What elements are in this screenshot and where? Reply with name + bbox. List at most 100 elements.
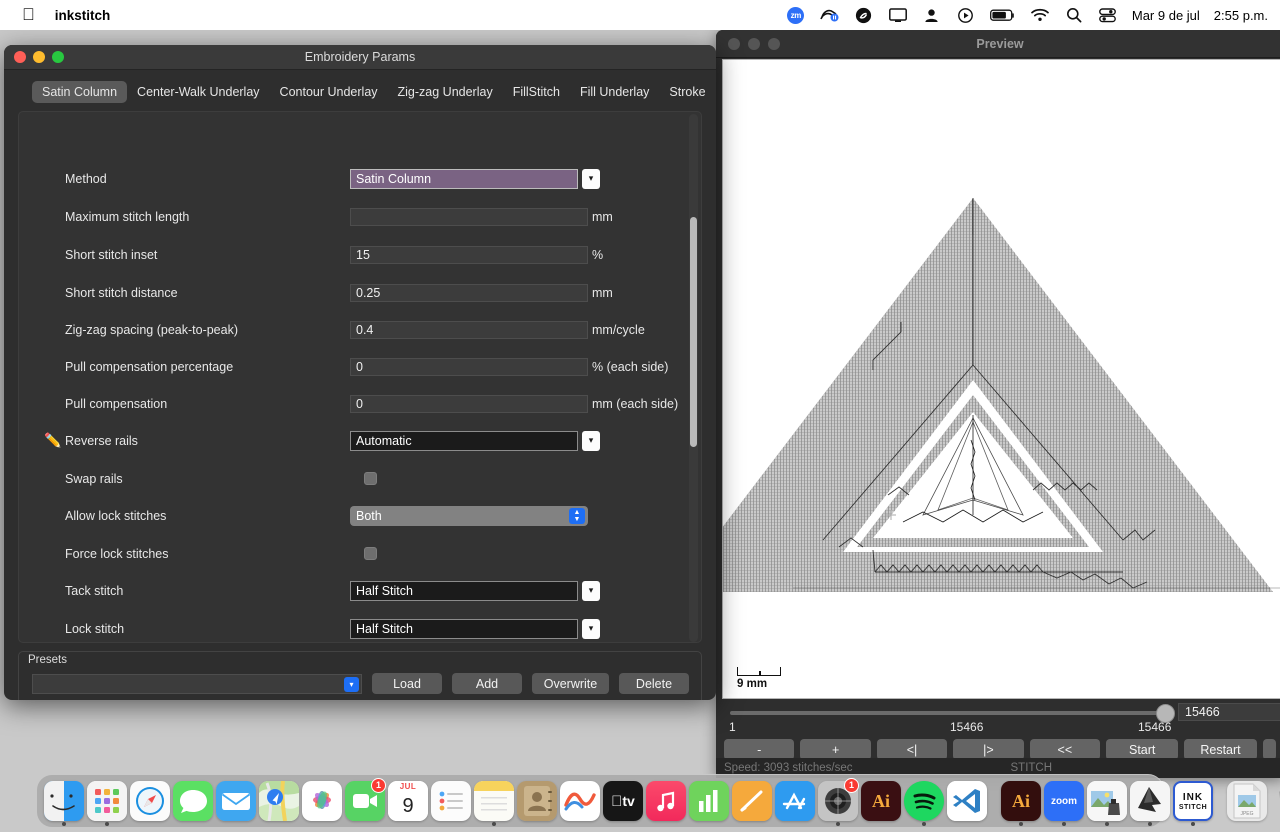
apple-logo-icon[interactable]:  <box>22 6 35 23</box>
dock-item-messages[interactable] <box>173 780 213 823</box>
dock-item-music[interactable] <box>646 780 686 823</box>
pull-compensation-input[interactable]: 0 <box>350 394 588 413</box>
tab-center-walk-underlay[interactable]: Center-Walk Underlay <box>127 81 270 103</box>
reverse-rails-combo[interactable]: Automatic ▾ <box>350 430 600 451</box>
control-center-icon[interactable] <box>1098 6 1118 24</box>
stitch-slider-track[interactable] <box>730 711 1170 715</box>
search-icon[interactable] <box>1064 6 1084 24</box>
start-button[interactable]: Start <box>1106 739 1179 760</box>
menubar-date[interactable]: Mar 9 de jul <box>1132 8 1200 23</box>
dock-item-illustrator[interactable]: Ai <box>1001 780 1041 826</box>
menubar-app-name[interactable]: inkstitch <box>55 8 111 23</box>
zigzag-spacing-input[interactable]: 0.4 <box>350 320 588 339</box>
dock-item-vscode[interactable] <box>947 780 987 823</box>
rewind-button[interactable]: << <box>1029 739 1101 760</box>
step-backward-button[interactable]: <| <box>876 739 948 760</box>
dock-item-spotify[interactable] <box>904 780 944 826</box>
chevron-down-icon[interactable]: ▾ <box>582 430 600 451</box>
dock-item-reminders[interactable] <box>431 780 471 823</box>
dock-item-finder[interactable] <box>44 780 84 826</box>
load-preset-button[interactable]: Load <box>372 673 442 694</box>
zoom-menu-icon[interactable]: zm <box>786 6 806 24</box>
user-icon[interactable] <box>922 6 942 24</box>
dock-item-contacts[interactable] <box>517 780 557 823</box>
lock-stitch-combo[interactable]: Half Stitch ▾ <box>350 618 600 639</box>
tack-stitch-combo[interactable]: Half Stitch ▾ <box>350 580 600 601</box>
pull-compensation-percentage-input[interactable]: 0 <box>350 357 588 376</box>
preview-traffic-lights[interactable] <box>728 37 780 50</box>
shazam-icon[interactable] <box>854 6 874 24</box>
swap-rails-checkbox[interactable] <box>364 472 377 486</box>
force-lock-stitches-checkbox[interactable] <box>364 547 377 561</box>
dock-item-facetime[interactable]: 1 <box>345 777 386 823</box>
maximize-button[interactable] <box>52 51 64 63</box>
dock-item-inkscape[interactable] <box>1130 780 1170 826</box>
chevron-up-down-icon[interactable]: ▲ ▼ <box>569 507 585 524</box>
params-titlebar[interactable]: Embroidery Params <box>4 45 716 70</box>
screen-share-icon[interactable] <box>820 6 840 24</box>
chevron-down-icon[interactable]: ▾ <box>582 618 600 639</box>
dock-item-safari[interactable] <box>130 780 170 823</box>
delete-preset-button[interactable]: Delete <box>619 673 689 694</box>
menubar-time[interactable]: 2:55 p.m. <box>1214 8 1268 23</box>
tab-fillstitch[interactable]: FillStitch <box>503 81 570 103</box>
tab-zigzag-underlay[interactable]: Zig-zag Underlay <box>388 81 503 103</box>
tab-satin-column[interactable]: Satin Column <box>32 81 128 103</box>
dock-item-numbers[interactable] <box>689 780 729 823</box>
method-combo[interactable]: Satin Column ▾ <box>350 168 600 189</box>
close-button[interactable] <box>728 37 740 50</box>
minimize-button[interactable] <box>33 51 45 63</box>
dock-item-apple-tv[interactable]: tv <box>603 780 643 823</box>
chevron-down-icon[interactable]: ▾ <box>582 168 600 189</box>
display-icon[interactable] <box>888 6 908 24</box>
maximize-button[interactable] <box>768 37 780 50</box>
control-center-play-icon[interactable] <box>956 6 976 24</box>
dock-item-notes[interactable] <box>474 780 514 826</box>
method-combo-input[interactable]: Satin Column <box>350 168 578 189</box>
close-button[interactable] <box>14 51 26 63</box>
preview-titlebar[interactable]: Preview <box>716 30 1280 58</box>
allow-lock-stitches-select[interactable]: Both ▲ ▼ <box>350 505 588 526</box>
params-traffic-lights[interactable] <box>14 51 64 63</box>
dock-item-ink-stitch[interactable]: INK STITCH <box>1173 780 1213 826</box>
add-preset-button[interactable]: Add <box>452 673 522 694</box>
tab-contour-underlay[interactable]: Contour Underlay <box>270 81 388 103</box>
chevron-down-icon[interactable]: ▾ <box>344 676 359 692</box>
dock-item-preview[interactable] <box>1087 780 1127 826</box>
stitch-slider-row[interactable]: 15466 1 15466 15466 <box>716 701 1280 735</box>
dock-item-system-settings[interactable]: 1 <box>818 777 859 826</box>
minimize-button[interactable] <box>748 37 760 50</box>
stitch-value-input[interactable]: 15466 <box>1178 703 1280 721</box>
battery-icon[interactable] <box>990 6 1016 24</box>
speed-increase-button[interactable]: + <box>800 739 871 760</box>
dock-item-mail[interactable] <box>216 780 256 823</box>
tab-fill-underlay[interactable]: Fill Underlay <box>570 81 659 103</box>
dock-item-launchpad[interactable] <box>87 780 127 826</box>
dock-item-trash[interactable] <box>1270 780 1280 823</box>
restart-button[interactable]: Restart <box>1184 739 1257 760</box>
params-form-scroll-area[interactable]: Method Satin Column ▾ Maximum stitch len… <box>18 111 702 643</box>
embroidery-params-window[interactable]: Embroidery Params Satin Column Center-Wa… <box>4 45 716 700</box>
reverse-rails-combo-input[interactable]: Automatic <box>350 430 578 451</box>
stitch-preview-canvas[interactable]: 9 mm <box>722 59 1280 699</box>
dock-item-zoom[interactable]: zoom <box>1044 780 1084 826</box>
tack-stitch-combo-input[interactable]: Half Stitch <box>350 580 578 601</box>
speed-decrease-button[interactable]: - <box>724 739 795 760</box>
dock-item-calendar[interactable]: JUL 9 <box>388 780 428 823</box>
dock-item-freeform[interactable] <box>560 780 600 823</box>
dock-item-jpeg-file[interactable]: JPEG <box>1227 780 1267 823</box>
form-scrollbar-thumb[interactable] <box>690 217 697 447</box>
preview-controls[interactable]: 15466 1 15466 15466 - + <| |> << Start R… <box>716 701 1280 778</box>
dock-item-illustrator-dark[interactable]: Ai <box>861 780 901 823</box>
maximum-stitch-length-input[interactable] <box>350 207 588 226</box>
preview-window[interactable]: Preview 9 mm 15466 1 15466 15466 - + <| … <box>716 30 1280 778</box>
short-stitch-inset-input[interactable]: 15 <box>350 245 588 264</box>
tab-stroke[interactable]: Stroke <box>659 81 715 103</box>
dock-item-app-store[interactable] <box>775 780 815 823</box>
dock-item-keynote[interactable] <box>732 780 772 823</box>
chevron-down-icon[interactable]: ▾ <box>582 580 600 601</box>
dock-item-photos[interactable] <box>302 780 342 823</box>
wifi-icon[interactable] <box>1030 6 1050 24</box>
lock-stitch-combo-input[interactable]: Half Stitch <box>350 618 578 639</box>
step-forward-button[interactable]: |> <box>953 739 1024 760</box>
